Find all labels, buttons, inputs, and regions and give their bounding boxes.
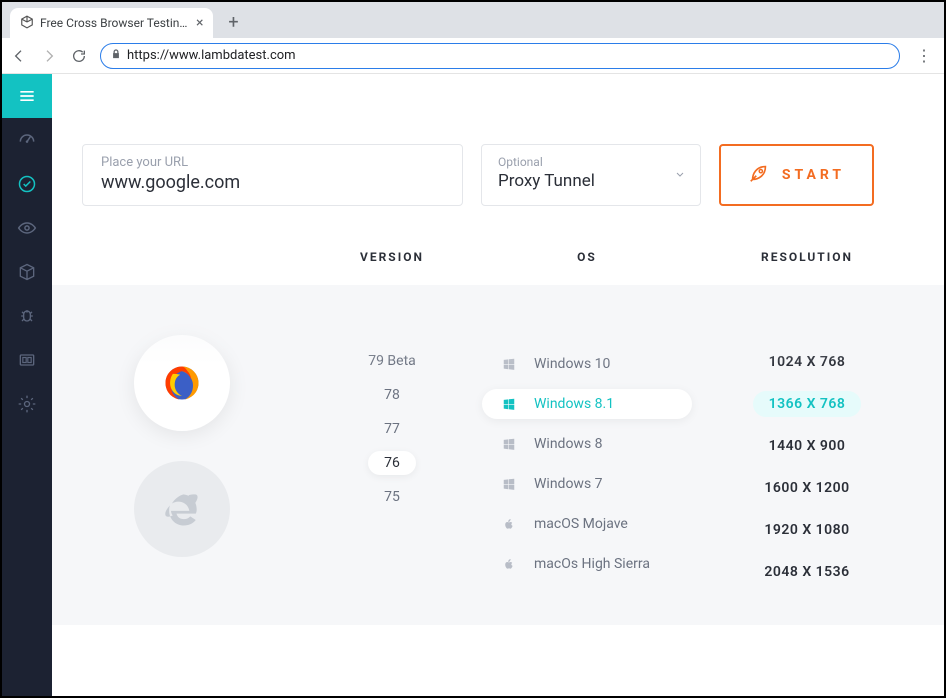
- os-item-label: Windows 10: [534, 356, 610, 372]
- address-bar-url: https://www.lambdatest.com: [127, 48, 296, 63]
- os-item[interactable]: Windows 7: [482, 469, 692, 499]
- sidebar-item-dashboard[interactable]: [2, 118, 52, 162]
- apple-icon: [502, 557, 516, 571]
- browser-column: [52, 285, 312, 585]
- forward-button[interactable]: [40, 48, 58, 64]
- browser-menu-button[interactable]: ⋮: [912, 46, 936, 65]
- os-item-label: macOs High Sierra: [534, 556, 650, 572]
- windows-icon: [502, 397, 516, 411]
- os-item[interactable]: Windows 10: [482, 349, 692, 379]
- sidebar-item-integrations[interactable]: [2, 338, 52, 382]
- os-item[interactable]: macOS Mojave: [482, 509, 692, 539]
- lambdatest-favicon-icon: [20, 15, 34, 32]
- rocket-icon: [748, 162, 770, 188]
- browser-toolbar: https://www.lambdatest.com ⋮: [2, 38, 944, 74]
- resolution-item[interactable]: 1440 X 900: [753, 433, 862, 459]
- version-item[interactable]: 79 Beta: [352, 349, 432, 373]
- browser-tab[interactable]: Free Cross Browser Testing Clou ×: [10, 8, 213, 38]
- close-tab-icon[interactable]: ×: [196, 15, 203, 31]
- windows-icon: [502, 437, 516, 451]
- os-item[interactable]: Windows 8.1: [482, 389, 692, 419]
- lock-icon: [111, 48, 121, 63]
- main-panel: Place your URL www.google.com Optional P…: [52, 74, 944, 696]
- start-button-label: START: [782, 167, 845, 183]
- resolution-item[interactable]: 2048 X 1536: [748, 559, 865, 585]
- header-resolution: RESOLUTION: [761, 250, 853, 264]
- os-item-label: Windows 8: [534, 436, 603, 452]
- address-bar[interactable]: https://www.lambdatest.com: [100, 43, 900, 69]
- os-item[interactable]: Windows 8: [482, 429, 692, 459]
- sidebar-toggle-button[interactable]: [2, 74, 52, 118]
- version-item[interactable]: 75: [368, 485, 416, 509]
- version-item[interactable]: 77: [368, 417, 416, 441]
- proxy-tunnel-select[interactable]: Optional Proxy Tunnel: [481, 144, 701, 206]
- new-tab-button[interactable]: +: [219, 8, 247, 36]
- resolution-column: 1024 X 768 1366 X 768 1440 X 900 1600 X 120…: [702, 285, 912, 585]
- url-input-value: www.google.com: [101, 172, 444, 193]
- resolution-item[interactable]: 1366 X 768: [753, 391, 862, 417]
- back-button[interactable]: [10, 48, 28, 64]
- reload-button[interactable]: [70, 48, 88, 64]
- browser-tab-strip: Free Cross Browser Testing Clou × +: [2, 2, 944, 38]
- windows-icon: [502, 357, 516, 371]
- browser-tab-title: Free Cross Browser Testing Clou: [40, 16, 190, 30]
- sidebar: [2, 74, 52, 696]
- resolution-item[interactable]: 1920 X 1080: [748, 517, 865, 543]
- header-version: VERSION: [360, 250, 424, 264]
- sidebar-item-realtime[interactable]: [2, 162, 52, 206]
- start-button[interactable]: START: [719, 144, 874, 206]
- version-column: 79 Beta 78 77 76 75: [312, 285, 472, 585]
- sidebar-item-settings[interactable]: [2, 382, 52, 426]
- version-item[interactable]: 76: [368, 451, 416, 475]
- resolution-item[interactable]: 1024 X 768: [753, 349, 862, 375]
- os-item-label: macOS Mojave: [534, 516, 628, 532]
- resolution-item[interactable]: 1600 X 1200: [748, 475, 865, 501]
- windows-icon: [502, 477, 516, 491]
- header-os: OS: [577, 250, 597, 264]
- url-input-label: Place your URL: [101, 155, 444, 170]
- apple-icon: [502, 517, 516, 531]
- sidebar-item-visual[interactable]: [2, 206, 52, 250]
- url-input[interactable]: Place your URL www.google.com: [82, 144, 463, 206]
- os-item-label: Windows 7: [534, 476, 603, 492]
- browser-ie[interactable]: [134, 461, 230, 557]
- proxy-label: Optional: [498, 155, 684, 169]
- sidebar-item-bug[interactable]: [2, 294, 52, 338]
- version-item[interactable]: 78: [368, 383, 416, 407]
- browser-firefox[interactable]: [134, 335, 230, 431]
- os-column: Windows 10 Windows 8.1 Windows 8 Windows 7 m…: [472, 285, 702, 585]
- sidebar-item-package[interactable]: [2, 250, 52, 294]
- chevron-down-icon: [674, 166, 686, 185]
- proxy-value: Proxy Tunnel: [498, 171, 684, 191]
- os-item-label: Windows 8.1: [534, 396, 614, 412]
- os-item[interactable]: macOs High Sierra: [482, 549, 692, 579]
